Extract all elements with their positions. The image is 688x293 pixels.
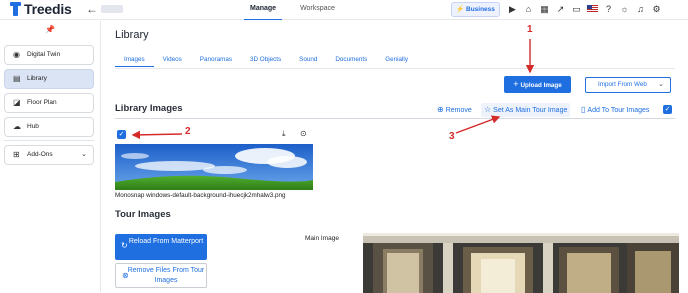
chart-icon[interactable]: ↗ (554, 3, 567, 16)
business-badge[interactable]: Business (451, 2, 500, 17)
top-bar: Treedis ← Manage Workspace Business ▶ ⌂ … (0, 0, 688, 20)
top-icons: ▶ ⌂ ▦ ↗ ▭ ? ☼ ♫ ⚙ (506, 3, 663, 16)
bell-icon[interactable]: ♫ (634, 3, 647, 16)
main-tour-image[interactable] (363, 233, 679, 293)
chevron-down-icon: ⌄ (81, 151, 87, 158)
sidebar-item-library[interactable]: ▤ Library (4, 69, 94, 89)
floor-plan-icon: ◪ (13, 98, 21, 107)
building-icon[interactable]: ▦ (538, 3, 551, 16)
nav-manage[interactable]: Manage (244, 0, 283, 20)
treedis-logo-icon (10, 2, 21, 16)
grid-icon: ⊞ (13, 150, 20, 159)
lightbulb-icon[interactable]: ☼ (618, 3, 631, 16)
sidebar-item-label: Library (27, 75, 47, 82)
sidebar-item-floor-plan[interactable]: ◪ Floor Plan (4, 93, 94, 113)
blurred-space-name (101, 5, 123, 13)
sidebar-item-hub[interactable]: ☁ Hub (4, 117, 94, 137)
home-icon[interactable]: ⌂ (522, 3, 535, 16)
arrow-2 (131, 130, 183, 140)
settings-icon[interactable]: ⚙ (650, 3, 663, 16)
nav-workspace[interactable]: Workspace (294, 0, 341, 20)
top-nav: Manage Workspace (244, 0, 341, 20)
sidebar-item-label: Add-Ons (27, 151, 53, 158)
sidebar-item-label: Digital Twin (27, 51, 61, 58)
refresh-icon: ↻ (121, 241, 128, 250)
tour-images-title: Tour Images (115, 209, 171, 220)
sidebar: 📌 ◉ Digital Twin ▤ Library ◪ Floor Plan … (0, 21, 101, 292)
sidebar-divider (4, 140, 94, 141)
us-flag-icon[interactable] (586, 3, 599, 16)
back-arrow-icon[interactable]: ← (86, 2, 98, 16)
reload-label: Reload From Matterport (128, 238, 204, 245)
library-icon: ▤ (13, 74, 21, 83)
sidebar-item-label: Hub (27, 123, 39, 130)
logo[interactable]: Treedis (10, 1, 72, 17)
main-image-label: Main Image (305, 235, 339, 242)
pin-icon[interactable]: 📌 (45, 25, 55, 34)
logo-text: Treedis (24, 1, 72, 17)
hub-icon: ☁ (13, 122, 21, 131)
main-content: Library Images Videos Panoramas 3D Objec… (101, 21, 688, 293)
eye-icon: ◉ (13, 50, 20, 59)
sidebar-item-add-ons[interactable]: ⊞ Add-Ons ⌄ (4, 145, 94, 165)
remove-files-label: Remove Files From Tour Images (127, 267, 205, 284)
reload-from-matterport-button[interactable]: ↻ Reload From Matterport (115, 234, 207, 260)
sidebar-item-label: Floor Plan (27, 99, 57, 106)
play-icon[interactable]: ▶ (506, 3, 519, 16)
credit-card-icon[interactable]: ▭ (570, 3, 583, 16)
remove-files-button[interactable]: ⊗ Remove Files From Tour Images (115, 263, 207, 288)
remove-circle-icon: ⊗ (122, 271, 129, 280)
help-icon[interactable]: ? (602, 3, 615, 16)
arrow-3 (455, 115, 501, 134)
sidebar-item-digital-twin[interactable]: ◉ Digital Twin (4, 45, 94, 65)
